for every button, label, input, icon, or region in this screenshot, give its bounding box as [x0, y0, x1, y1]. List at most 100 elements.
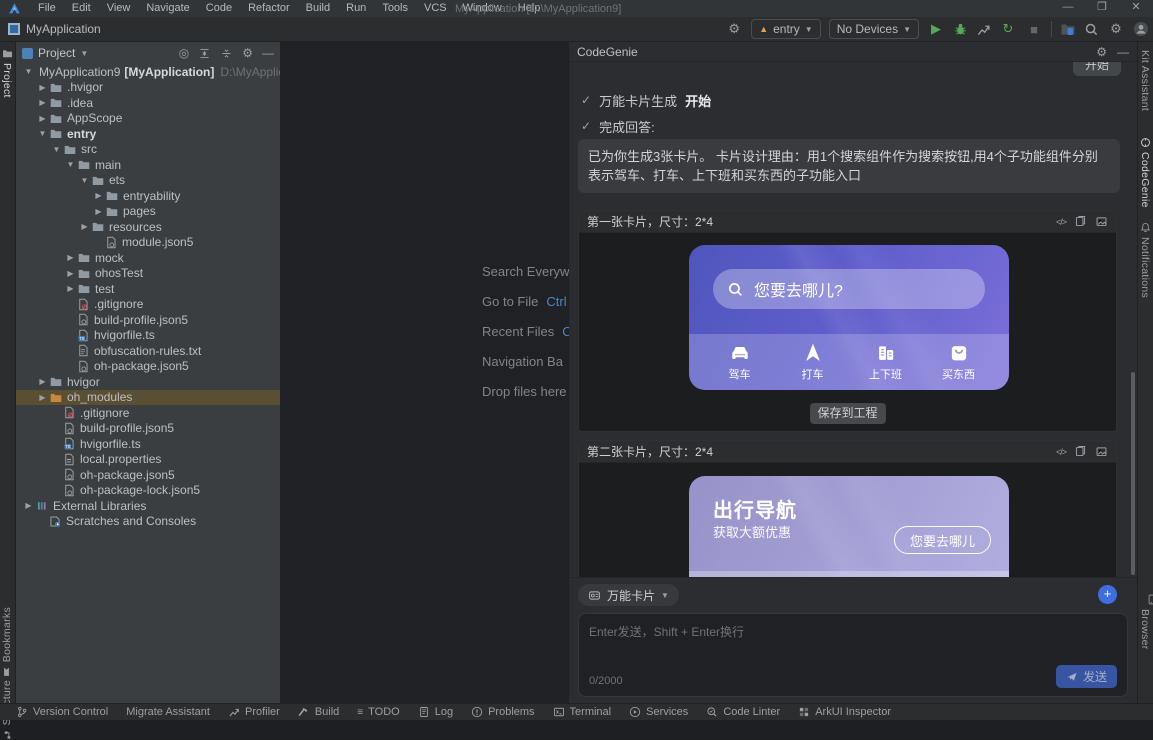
- tree-item-entry[interactable]: ▼entry: [16, 126, 280, 142]
- tree-item-hvigor-dot[interactable]: ▶.hvigor: [16, 80, 280, 96]
- tree-item-mock[interactable]: ▶mock: [16, 250, 280, 266]
- menu-refactor[interactable]: Refactor: [240, 0, 298, 17]
- tree-item-ets[interactable]: ▼ets: [16, 173, 280, 189]
- menu-view[interactable]: View: [99, 0, 139, 17]
- tree-item-test[interactable]: ▶test: [16, 281, 280, 297]
- chevron-down-icon[interactable]: ▼: [80, 49, 88, 58]
- statusbar-profiler[interactable]: Profiler: [228, 706, 280, 718]
- close-button[interactable]: ✕: [1119, 0, 1153, 17]
- menu-edit[interactable]: Edit: [64, 0, 99, 17]
- tool-tab-notifications[interactable]: Notifications: [1139, 222, 1151, 298]
- expand-all-icon[interactable]: [198, 47, 211, 60]
- tree-item-scratches[interactable]: Scratches and Consoles: [16, 514, 280, 530]
- search-everywhere-icon[interactable]: [1084, 22, 1099, 37]
- menu-tools[interactable]: Tools: [374, 0, 416, 17]
- tree-item-external-libraries[interactable]: ▶External Libraries: [16, 498, 280, 514]
- tree-item-ohostest[interactable]: ▶ohosTest: [16, 266, 280, 282]
- statusbar-version-control[interactable]: Version Control: [16, 706, 108, 718]
- hammer-icon: [298, 706, 310, 718]
- tool-tab-device-file-browser[interactable]: Device File Browser: [1139, 594, 1153, 703]
- mode-selector-chip[interactable]: 万能卡片 ▼: [578, 584, 679, 606]
- tree-item-pages[interactable]: ▶pages: [16, 204, 280, 220]
- tree-item-obfuscation-rules[interactable]: obfuscation-rules.txt: [16, 343, 280, 359]
- statusbar-arkui-inspector[interactable]: ArkUI Inspector: [798, 706, 891, 718]
- statusbar-terminal[interactable]: Terminal: [553, 706, 612, 718]
- statusbar-log[interactable]: Log: [418, 706, 453, 718]
- statusbar-code-linter[interactable]: Code Linter: [706, 706, 780, 718]
- tree-item-entryability[interactable]: ▶entryability: [16, 188, 280, 204]
- tree-item-build-profile-root[interactable]: build-profile.json5: [16, 421, 280, 437]
- view-code-icon[interactable]: </>: [1056, 217, 1066, 227]
- folder-icon: [105, 189, 119, 202]
- menu-code[interactable]: Code: [198, 0, 240, 17]
- tree-item-local-properties[interactable]: local.properties: [16, 452, 280, 468]
- view-code-icon[interactable]: </>: [1056, 447, 1066, 457]
- minimize-button[interactable]: —: [1051, 0, 1085, 17]
- device-manager-icon[interactable]: [1060, 21, 1076, 37]
- project-panel-title[interactable]: Project: [38, 46, 75, 60]
- debug-button[interactable]: [953, 22, 968, 37]
- chat-input-box[interactable]: Enter发送，Shift + Enter换行 0/2000 发送: [578, 613, 1128, 697]
- module-selector-dropdown[interactable]: ▲ entry ▼: [751, 19, 821, 39]
- device-selector-dropdown[interactable]: No Devices ▼: [829, 19, 919, 39]
- panel-options-gear-icon[interactable]: ⚙: [242, 46, 253, 60]
- statusbar-services[interactable]: Services: [629, 706, 688, 718]
- save-to-project-button[interactable]: 保存到工程: [810, 403, 886, 424]
- menu-vcs[interactable]: VCS: [416, 0, 455, 17]
- tree-item-resources[interactable]: ▶resources: [16, 219, 280, 235]
- tree-item-hvigor[interactable]: ▶hvigor: [16, 374, 280, 390]
- rerun-button[interactable]: ↻: [999, 21, 1017, 37]
- collapse-all-icon[interactable]: [220, 47, 233, 60]
- navigation-bar-project[interactable]: MyApplication: [8, 22, 101, 36]
- tree-item-oh-package-root[interactable]: oh-package.json5: [16, 467, 280, 483]
- tree-item-idea[interactable]: ▶.idea: [16, 95, 280, 111]
- tree-item-oh-package-lock[interactable]: oh-package-lock.json5: [16, 483, 280, 499]
- tree-item-project-root[interactable]: ▼ MyApplication9 [MyApplication] D:\MyAp…: [16, 64, 280, 80]
- tool-tab-codegenie[interactable]: CodeGenie: [1139, 137, 1151, 208]
- tree-item-hvigorfile-entry[interactable]: hvigorfile.ts: [16, 328, 280, 344]
- export-image-icon[interactable]: [1095, 215, 1108, 228]
- tree-item-appscope[interactable]: ▶AppScope: [16, 111, 280, 127]
- menu-build[interactable]: Build: [298, 0, 338, 17]
- statusbar-problems[interactable]: Problems: [471, 706, 534, 718]
- start-button-clipped[interactable]: 开始: [1073, 62, 1121, 76]
- tree-item-oh-package-entry[interactable]: oh-package.json5: [16, 359, 280, 375]
- settings-gear-icon[interactable]: ⚙: [1107, 21, 1125, 37]
- export-image-icon[interactable]: [1095, 445, 1108, 458]
- navigation-bar-label: MyApplication: [26, 22, 101, 36]
- tree-item-build-profile-entry[interactable]: build-profile.json5: [16, 312, 280, 328]
- maximize-button[interactable]: ❐: [1085, 0, 1119, 17]
- build-settings-gear-icon[interactable]: ⚙: [725, 21, 743, 37]
- profiler-button[interactable]: [976, 22, 991, 37]
- scrollbar-thumb[interactable]: [1131, 372, 1135, 575]
- tool-tab-kit-assistant[interactable]: Kit Assistant: [1139, 50, 1151, 111]
- menu-navigate[interactable]: Navigate: [138, 0, 197, 17]
- run-button[interactable]: ▶: [927, 21, 945, 37]
- tree-item-module-json5[interactable]: module.json5: [16, 235, 280, 251]
- copy-icon[interactable]: [1074, 445, 1087, 458]
- statusbar-todo[interactable]: ≡TODO: [357, 706, 399, 718]
- account-avatar-icon[interactable]: [1133, 21, 1149, 37]
- chevron-down-icon[interactable]: ▼: [22, 67, 35, 76]
- statusbar-build[interactable]: Build: [298, 706, 339, 718]
- tree-item-src[interactable]: ▼src: [16, 142, 280, 158]
- codegenie-hide-icon[interactable]: —: [1117, 45, 1129, 59]
- statusbar-migrate-assistant[interactable]: Migrate Assistant: [126, 706, 210, 718]
- tree-item-gitignore-entry[interactable]: .gitignore: [16, 297, 280, 313]
- send-button[interactable]: 发送: [1056, 665, 1117, 688]
- tree-item-hvigorfile-root[interactable]: hvigorfile.ts: [16, 436, 280, 452]
- stop-button[interactable]: ■: [1025, 22, 1043, 37]
- codegenie-conversation[interactable]: 开始 ✓ 万能卡片生成 开始 ✓ 完成回答: 已为你生成3张卡片。 卡片设计理由…: [569, 62, 1137, 577]
- tree-item-oh-modules[interactable]: ▶oh_modules: [16, 390, 280, 406]
- menu-file[interactable]: File: [30, 0, 64, 17]
- hide-panel-icon[interactable]: —: [262, 46, 274, 60]
- tree-item-gitignore-root[interactable]: .gitignore: [16, 405, 280, 421]
- new-chat-button[interactable]: +: [1098, 585, 1117, 604]
- menu-run[interactable]: Run: [338, 0, 374, 17]
- tree-item-main[interactable]: ▼main: [16, 157, 280, 173]
- locate-file-icon[interactable]: ◎: [179, 46, 189, 60]
- codegenie-settings-gear-icon[interactable]: ⚙: [1096, 45, 1107, 59]
- copy-icon[interactable]: [1074, 215, 1087, 228]
- tool-tab-bookmarks[interactable]: Bookmarks: [1, 607, 13, 677]
- tool-tab-project[interactable]: Project: [1, 48, 13, 98]
